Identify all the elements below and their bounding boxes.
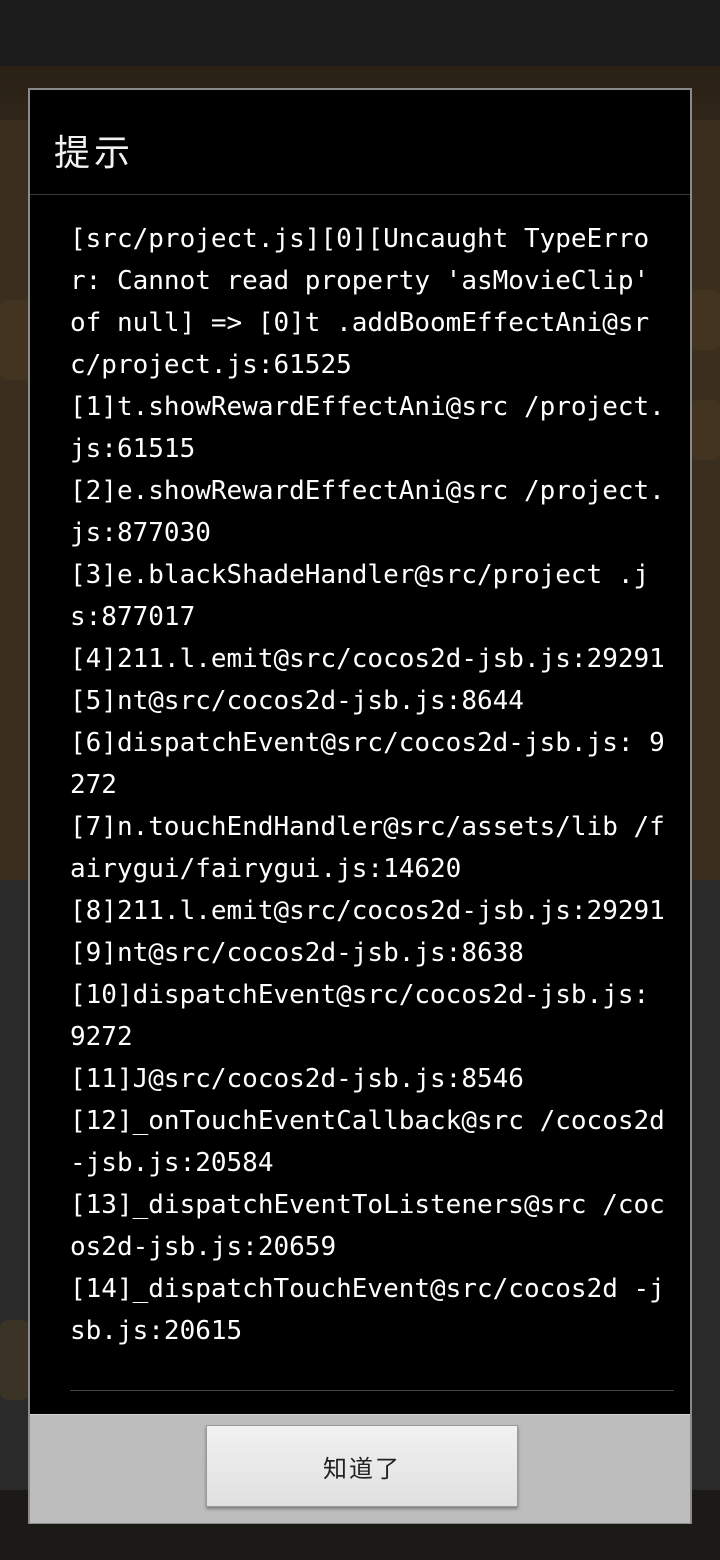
background-decoration: [0, 1320, 30, 1400]
body-divider: [70, 1390, 674, 1391]
error-line: [9]nt@src/cocos2d-jsb.js:8638: [70, 938, 524, 968]
error-line: [4]211.l.emit@src/cocos2d-jsb.js:29291: [70, 644, 665, 674]
error-line: [3]e.blackShadeHandler@src/project .js:8…: [70, 560, 650, 632]
dialog-footer: 知道了: [30, 1414, 690, 1523]
error-line: [2]e.showRewardEffectAni@src /project.js…: [70, 476, 665, 548]
error-line: [7]n.touchEndHandler@src/assets/lib /fai…: [70, 812, 665, 884]
error-line: [14]_dispatchTouchEvent@src/cocos2d -jsb…: [70, 1274, 665, 1346]
error-line: [10]dispatchEvent@src/cocos2d-jsb.js: 92…: [70, 980, 665, 1052]
error-dialog: 提示 [src/project.js][0][Uncaught TypeErro…: [28, 88, 692, 1524]
background-decoration: [690, 290, 720, 350]
error-message: [src/project.js][0][Uncaught TypeError: …: [70, 218, 670, 1378]
error-line: [13]_dispatchEventToListeners@src /cocos…: [70, 1190, 665, 1262]
dialog-header: 提示: [30, 90, 690, 195]
error-line: [12]_onTouchEventCallback@src /cocos2d-j…: [70, 1106, 665, 1178]
dialog-title: 提示: [54, 133, 135, 174]
ok-button[interactable]: 知道了: [206, 1425, 518, 1507]
error-line: [11]J@src/cocos2d-jsb.js:8546: [70, 1064, 524, 1094]
error-line: [6]dispatchEvent@src/cocos2d-jsb.js: 927…: [70, 728, 665, 800]
error-line: [8]211.l.emit@src/cocos2d-jsb.js:29291: [70, 896, 665, 926]
error-line: [5]nt@src/cocos2d-jsb.js:8644: [70, 686, 524, 716]
error-line: [1]t.showRewardEffectAni@src /project.js…: [70, 392, 665, 464]
error-line: [src/project.js][0][Uncaught TypeError: …: [70, 224, 665, 380]
background-decoration: [690, 400, 720, 460]
